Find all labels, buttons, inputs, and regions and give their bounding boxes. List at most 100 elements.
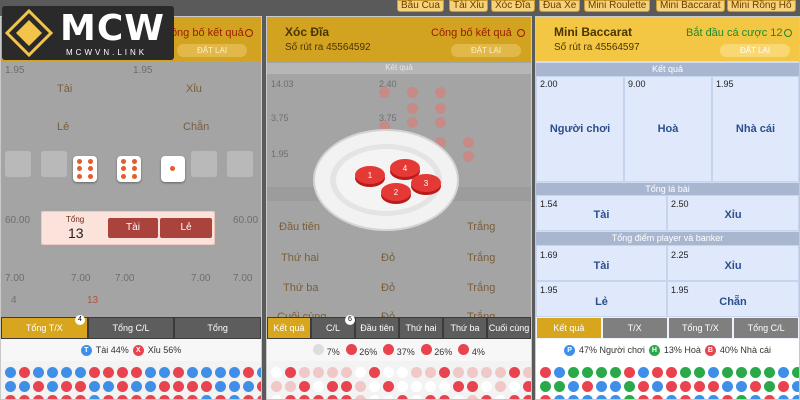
history-dot bbox=[792, 395, 799, 399]
history-dot bbox=[5, 381, 16, 392]
history-dot bbox=[271, 395, 282, 399]
bet-thu-ba[interactable]: Thứ ba bbox=[283, 282, 319, 294]
history-dot bbox=[568, 395, 579, 399]
history-dot bbox=[355, 381, 366, 392]
history-dot bbox=[610, 367, 621, 378]
tab-tx[interactable]: T/X bbox=[602, 318, 667, 338]
bet-nguoi-choi[interactable]: 2.00 Người chơi bbox=[536, 76, 624, 182]
history-dot bbox=[610, 381, 621, 392]
tab-ket-qua[interactable]: Kết quả bbox=[268, 318, 310, 338]
bet-le[interactable]: Lẻ bbox=[57, 121, 69, 133]
tab-thu-ba[interactable]: Thứ ba bbox=[444, 318, 486, 338]
history-dot bbox=[201, 367, 212, 378]
history-dot bbox=[5, 395, 16, 399]
taixiu-history bbox=[1, 361, 261, 399]
history-dot bbox=[568, 381, 579, 392]
history-dot bbox=[582, 381, 593, 392]
bet-thu-hai[interactable]: Thứ hai bbox=[281, 252, 319, 264]
bet-nha-cai[interactable]: 1.95 Nhà cái bbox=[712, 76, 799, 182]
history-dot bbox=[383, 381, 394, 392]
bet-xiu[interactable]: Xỉu bbox=[186, 83, 202, 95]
nav-mini-baccarat[interactable]: Mini Baccarat bbox=[656, 0, 725, 12]
bet-thu-ba-do[interactable]: Đỏ bbox=[381, 282, 395, 294]
bet-dau-tien-trang[interactable]: Trắng bbox=[467, 221, 495, 233]
section-tong-diem: Tổng điểm player và banker bbox=[536, 232, 799, 245]
history-dot bbox=[778, 395, 789, 399]
odds-cell: 7.00 bbox=[71, 273, 91, 284]
dice-2 bbox=[117, 156, 141, 182]
bet-tai[interactable]: Tài bbox=[57, 83, 72, 95]
history-dot bbox=[117, 395, 128, 399]
tab-cuoi-cung[interactable]: Cuối cùng bbox=[488, 318, 530, 338]
history-dot bbox=[523, 395, 531, 399]
history-dot bbox=[341, 395, 352, 399]
tab-ket-qua[interactable]: Kết quả bbox=[537, 318, 601, 338]
tab-tong-cl[interactable]: Tổng C/L bbox=[734, 318, 798, 338]
xocdia-reset-button[interactable]: ĐẶT LẠI bbox=[451, 44, 521, 57]
taixiu-tabs: Tổng T/X Tổng C/L Tổng bbox=[1, 317, 261, 339]
history-dot bbox=[131, 395, 142, 399]
stat-1: 26% bbox=[345, 343, 377, 357]
nav-mini-rong-ho[interactable]: Mini Rồng Hổ bbox=[727, 0, 796, 12]
history-dot bbox=[736, 381, 747, 392]
baccarat-title: Mini Baccarat bbox=[554, 25, 633, 39]
history-dot bbox=[708, 381, 719, 392]
bet-tong-xiu[interactable]: 2.50 Xỉu bbox=[667, 195, 799, 231]
history-dot bbox=[495, 395, 506, 399]
tab-thu-hai[interactable]: Thứ hai bbox=[400, 318, 442, 338]
history-dot bbox=[355, 395, 366, 399]
tab-tong[interactable]: Tổng bbox=[175, 318, 261, 338]
history-dot bbox=[145, 381, 156, 392]
tab-tong-cl[interactable]: Tổng C/L bbox=[88, 318, 174, 338]
taixiu-reset-button[interactable]: ĐẶT LẠI bbox=[177, 44, 247, 57]
history-dot bbox=[131, 367, 142, 378]
tie-percent: 13% Hoà bbox=[663, 345, 701, 355]
tab-tong-tx[interactable]: Tổng T/X bbox=[668, 318, 733, 338]
nav-tai-xiu[interactable]: Tài Xỉu bbox=[449, 0, 489, 12]
bet-diem-le[interactable]: 1.95 Lẻ bbox=[536, 281, 667, 317]
history-dot bbox=[201, 381, 212, 392]
history-dot bbox=[666, 367, 677, 378]
bet-diem-xiu[interactable]: 2.25 Xỉu bbox=[667, 245, 799, 281]
bet-thu-hai-trang[interactable]: Trắng bbox=[467, 252, 495, 264]
history-dot bbox=[582, 395, 593, 399]
nav-mini-roulette[interactable]: Mini Roulette bbox=[584, 0, 651, 12]
history-dot bbox=[764, 367, 775, 378]
bet-diem-chan[interactable]: 1.95 Chẵn bbox=[667, 281, 799, 317]
player-percent: 47% Người chơi bbox=[579, 345, 645, 355]
bet-diem-tai[interactable]: 1.69 Tài bbox=[536, 245, 667, 281]
bet-thu-ba-trang[interactable]: Trắng bbox=[467, 282, 495, 294]
history-dot bbox=[33, 395, 44, 399]
baccarat-reset-button[interactable]: ĐẶT LẠI bbox=[720, 44, 790, 57]
bet-chan[interactable]: Chẵn bbox=[183, 121, 209, 133]
odds-cell: 7.00 bbox=[5, 273, 25, 284]
nav-bau-cua[interactable]: Bầu Cua bbox=[397, 0, 444, 12]
tab-badge: 4 bbox=[75, 315, 85, 325]
tab-tong-tx[interactable]: Tổng T/X bbox=[2, 318, 87, 338]
history-dot bbox=[411, 381, 422, 392]
nav-dua-xe[interactable]: Đua Xe bbox=[539, 0, 581, 12]
history-dot bbox=[299, 367, 310, 378]
history-dot bbox=[680, 367, 691, 378]
bet-hoa[interactable]: 9.00 Hoà bbox=[624, 76, 712, 182]
history-dot bbox=[680, 395, 691, 399]
history-dot bbox=[750, 367, 761, 378]
tab-dau-tien[interactable]: Đầu tiên bbox=[356, 318, 398, 338]
bet-tong-tai[interactable]: 1.54 Tài bbox=[536, 195, 667, 231]
bet-thu-hai-do[interactable]: Đỏ bbox=[381, 252, 395, 264]
history-dot bbox=[285, 381, 296, 392]
history-dot bbox=[89, 381, 100, 392]
history-dot bbox=[680, 381, 691, 392]
history-dot bbox=[425, 395, 436, 399]
history-dot bbox=[145, 395, 156, 399]
history-dot bbox=[624, 395, 635, 399]
history-dot bbox=[736, 395, 747, 399]
history-dot bbox=[75, 395, 86, 399]
nav-xoc-dia[interactable]: Xóc Đĩa bbox=[491, 0, 535, 12]
history-dot bbox=[131, 381, 142, 392]
odds-value: 1.95 bbox=[540, 285, 558, 295]
result-label: Tổng bbox=[66, 215, 85, 224]
bet-label: Tài bbox=[593, 209, 610, 221]
history-dot bbox=[425, 367, 436, 378]
history-dot bbox=[509, 395, 520, 399]
